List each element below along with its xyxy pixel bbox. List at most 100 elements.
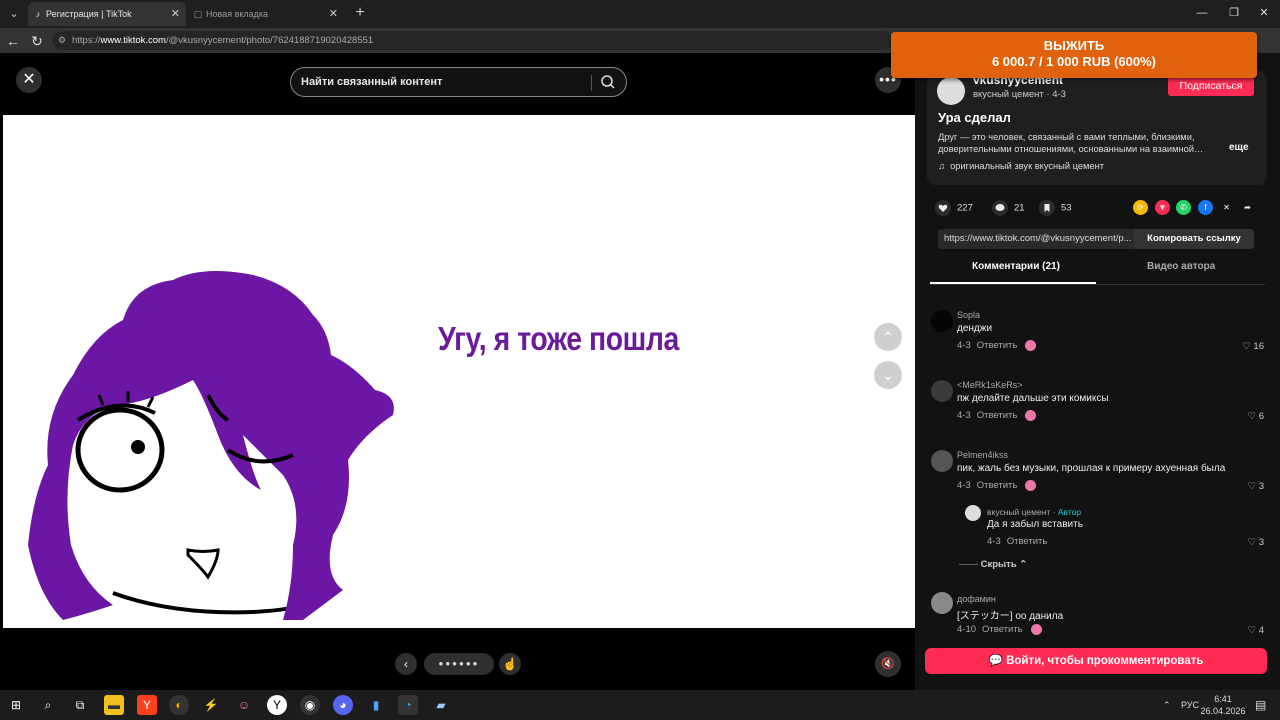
avatar[interactable] [931, 380, 953, 402]
close-tab-icon[interactable]: ✕ [329, 2, 338, 26]
reply-button[interactable]: Ответить [977, 340, 1018, 351]
hide-label: Скрыть [980, 559, 1017, 570]
mute-button[interactable]: 🔇 [875, 651, 901, 677]
yandex-browser-icon[interactable]: Y [137, 695, 157, 715]
minimize-icon[interactable]: — [1190, 4, 1214, 22]
file-explorer-icon[interactable]: ▬ [104, 695, 124, 715]
comment-like-button[interactable]: ♡ 6 [1248, 411, 1264, 422]
url-host: www.tiktok.com [100, 35, 166, 46]
copy-link-button[interactable]: Копировать ссылку [1134, 229, 1254, 249]
comment-date: 4-3 [957, 480, 971, 492]
game-icon[interactable]: ☺ [234, 695, 254, 715]
hand-cursor-icon: ☝ [502, 657, 518, 671]
expand-description-link[interactable]: еще [1229, 142, 1249, 153]
comment-like-button[interactable]: ♡ 16 [1242, 341, 1264, 352]
reload-icon[interactable]: ↻ [27, 31, 47, 51]
search-icon[interactable] [600, 74, 616, 90]
avatar[interactable] [965, 505, 981, 521]
facebook-icon[interactable]: f [1198, 200, 1213, 215]
comment-date: 4-10 [957, 624, 977, 636]
input-language[interactable]: РУС [1181, 690, 1199, 720]
close-tab-icon[interactable]: ✕ [171, 2, 180, 26]
task-view-icon[interactable]: ⧉ [70, 695, 90, 715]
repost-icon[interactable]: ⟳ [1133, 200, 1148, 215]
next-photo-button[interactable]: ☝ [499, 653, 521, 675]
comment-user[interactable]: вкусный цемент · Автор [987, 507, 1081, 517]
clock-date: 26.04.2026 [1200, 706, 1246, 716]
site-info-icon[interactable]: ⚙ [58, 31, 66, 50]
login-label: Войти, чтобы прокомментировать [1006, 655, 1204, 667]
save-count: 53 [1061, 202, 1072, 214]
reply-button[interactable]: Ответить [977, 410, 1018, 421]
reply-button[interactable]: Ответить [1007, 536, 1048, 547]
comment-like-button[interactable]: ♡ 3 [1248, 481, 1264, 492]
close-viewer-button[interactable]: ✕ [16, 67, 42, 93]
save-button[interactable]: 53 [1039, 200, 1072, 216]
tab-list-chevron-icon[interactable]: ⌄ [4, 4, 24, 24]
app-icon[interactable]: ◐ [169, 695, 189, 715]
whatsapp-icon[interactable]: ✆ [1176, 200, 1191, 215]
post-link-field[interactable]: https://www.tiktok.com/@vkusnyycement/p.… [938, 229, 1254, 249]
tab-tiktok[interactable]: ♪ Регистрация | TikTok ✕ [28, 2, 186, 26]
notifications-icon[interactable]: ▤ [1255, 690, 1266, 720]
close-window-icon[interactable]: ✕ [1252, 4, 1276, 22]
tab-author-videos[interactable]: Видео автора [1147, 261, 1215, 272]
like-button[interactable]: 227 [935, 200, 973, 216]
send-icon[interactable]: ▼ [1155, 200, 1170, 215]
comment-text: денджи [957, 323, 993, 334]
comments-button[interactable]: 21 [992, 200, 1025, 216]
x-icon[interactable]: ✕ [1219, 200, 1234, 215]
stats-app-icon[interactable]: ▮ [366, 695, 386, 715]
comment-user[interactable]: дофамин [957, 594, 996, 604]
tab-divider [930, 284, 1265, 285]
heart-outline-icon: ♡ [1247, 481, 1259, 492]
comment-date: 4-3 [957, 410, 971, 422]
follow-button[interactable]: Подписаться [1168, 77, 1254, 96]
comment-date: 4-3 [957, 340, 971, 352]
new-tab-plus-icon[interactable]: + [350, 3, 370, 23]
notes-app-icon[interactable]: ▰ [431, 695, 451, 715]
tray-chevron-icon[interactable]: ⌃ [1163, 690, 1171, 720]
sound-name: оригинальный звук вкусный цемент [950, 161, 1104, 171]
share-arrow-icon[interactable]: ➦ [1240, 200, 1255, 215]
sound-link[interactable]: ♫ оригинальный звук вкусный цемент [938, 161, 1104, 171]
edge-browser-icon[interactable]: ◔ [398, 695, 418, 715]
author-avatar[interactable] [937, 77, 965, 105]
related-search-input[interactable]: Найти связанный контент [290, 67, 627, 97]
url-prefix: https:// [72, 35, 101, 46]
tab-comments[interactable]: Комментарии (21) [972, 261, 1060, 272]
search-icon[interactable]: ⌕ [38, 695, 58, 715]
reply-button[interactable]: Ответить [977, 480, 1018, 491]
back-arrow-icon[interactable]: ← [3, 31, 23, 51]
address-bar[interactable]: ⚙ https://www.tiktok.com/@vkusnyycement/… [52, 31, 892, 50]
comment-text: Да я забыл вставить [987, 519, 1083, 530]
post-description: Друг — это человек, связанный с вами теп… [938, 132, 1204, 154]
next-post-button[interactable]: ⌄ [874, 361, 902, 389]
login-to-comment-button[interactable]: 💬 Войти, чтобы прокомментировать [925, 648, 1267, 674]
photo-pagination-dots[interactable]: ●●●●●● [424, 653, 494, 675]
comment-like-count: 6 [1258, 411, 1264, 422]
restore-icon[interactable]: ❐ [1222, 4, 1246, 22]
previous-photo-button[interactable]: ‹ [395, 653, 417, 675]
comment-like-button[interactable]: ♡ 3 [1248, 537, 1264, 548]
avatar[interactable] [931, 310, 953, 332]
comment-user[interactable]: Pelmen4ikss [957, 450, 1008, 460]
comment-user[interactable]: <MeRk1sKeRs> [957, 380, 1023, 390]
discord-icon[interactable]: ◕ [333, 695, 353, 715]
dash-icon: —— [959, 559, 981, 570]
yandex-icon[interactable]: Y [267, 695, 287, 715]
tab-new[interactable]: ▢ Новая вкладка ✕ [188, 2, 344, 26]
reply-button[interactable]: Ответить [982, 624, 1023, 635]
windows-start-icon[interactable]: ⊞ [6, 695, 26, 715]
hide-replies-button[interactable]: —— Скрыть ⌃ [959, 559, 1027, 570]
comment-text: пж делайте дальше эти комиксы [957, 393, 1109, 404]
comment-like-button[interactable]: ♡ 4 [1248, 625, 1264, 636]
comment-meta: 4-10 Ответить [957, 624, 1042, 635]
system-clock[interactable]: 6:41 26.04.2026 [1198, 693, 1248, 717]
app-icon[interactable]: ⚡ [201, 695, 221, 715]
previous-post-button[interactable]: ⌃ [874, 323, 902, 351]
avatar[interactable] [931, 450, 953, 472]
comment-user[interactable]: Sopla [957, 310, 980, 320]
steam-icon[interactable]: ◉ [300, 695, 320, 715]
avatar[interactable] [931, 592, 953, 614]
